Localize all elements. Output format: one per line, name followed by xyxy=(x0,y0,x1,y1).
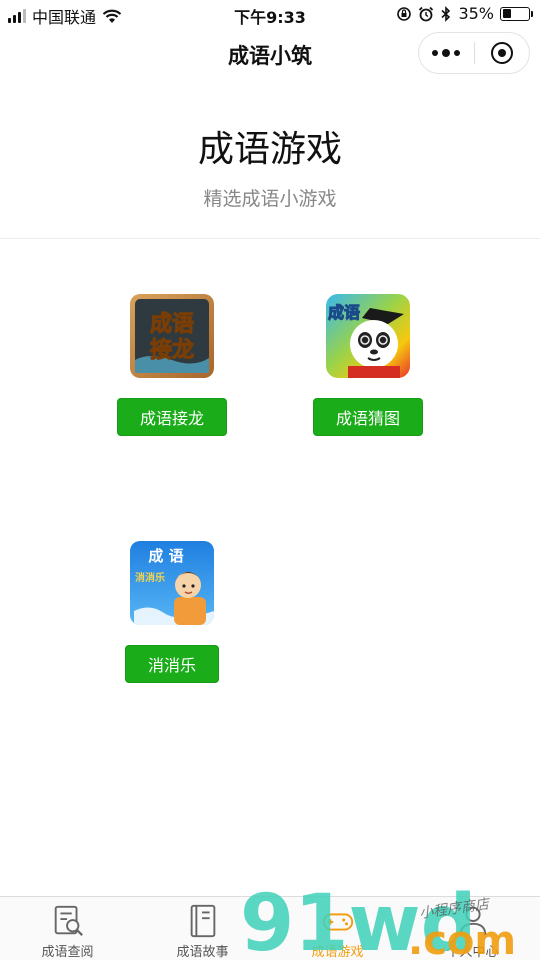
header-divider xyxy=(0,238,540,239)
tab-label: 成语游戏 xyxy=(311,945,364,960)
tab-label: 个人中心 xyxy=(446,945,499,960)
chengyu-caitu-icon[interactable]: 成语 xyxy=(326,294,410,378)
xiaoxiaole-icon[interactable]: 成 语 消消乐 xyxy=(130,541,214,625)
game-card-caitu: 成语 成语猜图 xyxy=(268,294,468,436)
status-right: 35% xyxy=(396,4,533,23)
battery-fill xyxy=(502,9,512,18)
page-subtitle: 精选成语小游戏 xyxy=(203,188,337,210)
more-button[interactable] xyxy=(419,33,474,73)
more-dots-icon xyxy=(432,50,439,56)
battery-icon xyxy=(500,6,533,21)
game-card-xiaoxiaole: 成 语 消消乐 消消乐 xyxy=(72,541,272,683)
battery-percent: 35% xyxy=(458,4,494,23)
xiaoxiaole-icon-title: 成 语 xyxy=(148,547,183,565)
more-dot-right xyxy=(454,50,461,56)
more-dot-center xyxy=(442,49,451,57)
game-card-jielong: 成语 接龙 成语接龙 xyxy=(72,294,272,436)
tab-chengyu-youxi[interactable]: 成语游戏 xyxy=(270,897,405,960)
tab-label: 成语查阅 xyxy=(41,945,94,960)
alarm-icon xyxy=(419,6,434,21)
gamepad-icon xyxy=(322,913,353,931)
jielong-icon-text-1: 成语 xyxy=(150,312,194,337)
tab-chengyu-chayue[interactable]: 成语查阅 xyxy=(0,897,135,960)
book-icon xyxy=(190,904,215,938)
chengyu-jielong-button[interactable]: 成语接龙 xyxy=(116,398,227,436)
person-icon xyxy=(459,906,486,936)
tab-bar: 成语查阅 成语故事 成语游戏 个人中心 xyxy=(0,896,540,960)
status-bar: 中国联通 下午9:33 35% xyxy=(0,0,540,28)
tab-geren-zhongxin[interactable]: 个人中心 xyxy=(405,897,540,960)
chengyu-caitu-button[interactable]: 成语猜图 xyxy=(312,398,423,436)
mini-program-capsule xyxy=(418,32,530,74)
xiaoxiaole-icon-subtitle: 消消乐 xyxy=(135,571,165,584)
tab-label: 成语故事 xyxy=(176,945,229,960)
caitu-icon-text: 成语 xyxy=(328,303,360,322)
bluetooth-icon xyxy=(441,5,451,22)
jielong-icon-text-2: 接龙 xyxy=(150,338,194,363)
orientation-lock-icon xyxy=(397,6,412,21)
nav-bar: 成语小筑 xyxy=(0,28,540,78)
page-title: 成语游戏 xyxy=(197,129,342,170)
close-button[interactable] xyxy=(474,33,529,73)
xiaoxiaole-button[interactable]: 消消乐 xyxy=(124,645,219,683)
target-close-icon xyxy=(490,42,513,64)
search-document-icon xyxy=(54,905,83,937)
tab-chengyu-gushi[interactable]: 成语故事 xyxy=(135,897,270,960)
chengyu-jielong-icon[interactable]: 成语 接龙 xyxy=(130,294,214,378)
